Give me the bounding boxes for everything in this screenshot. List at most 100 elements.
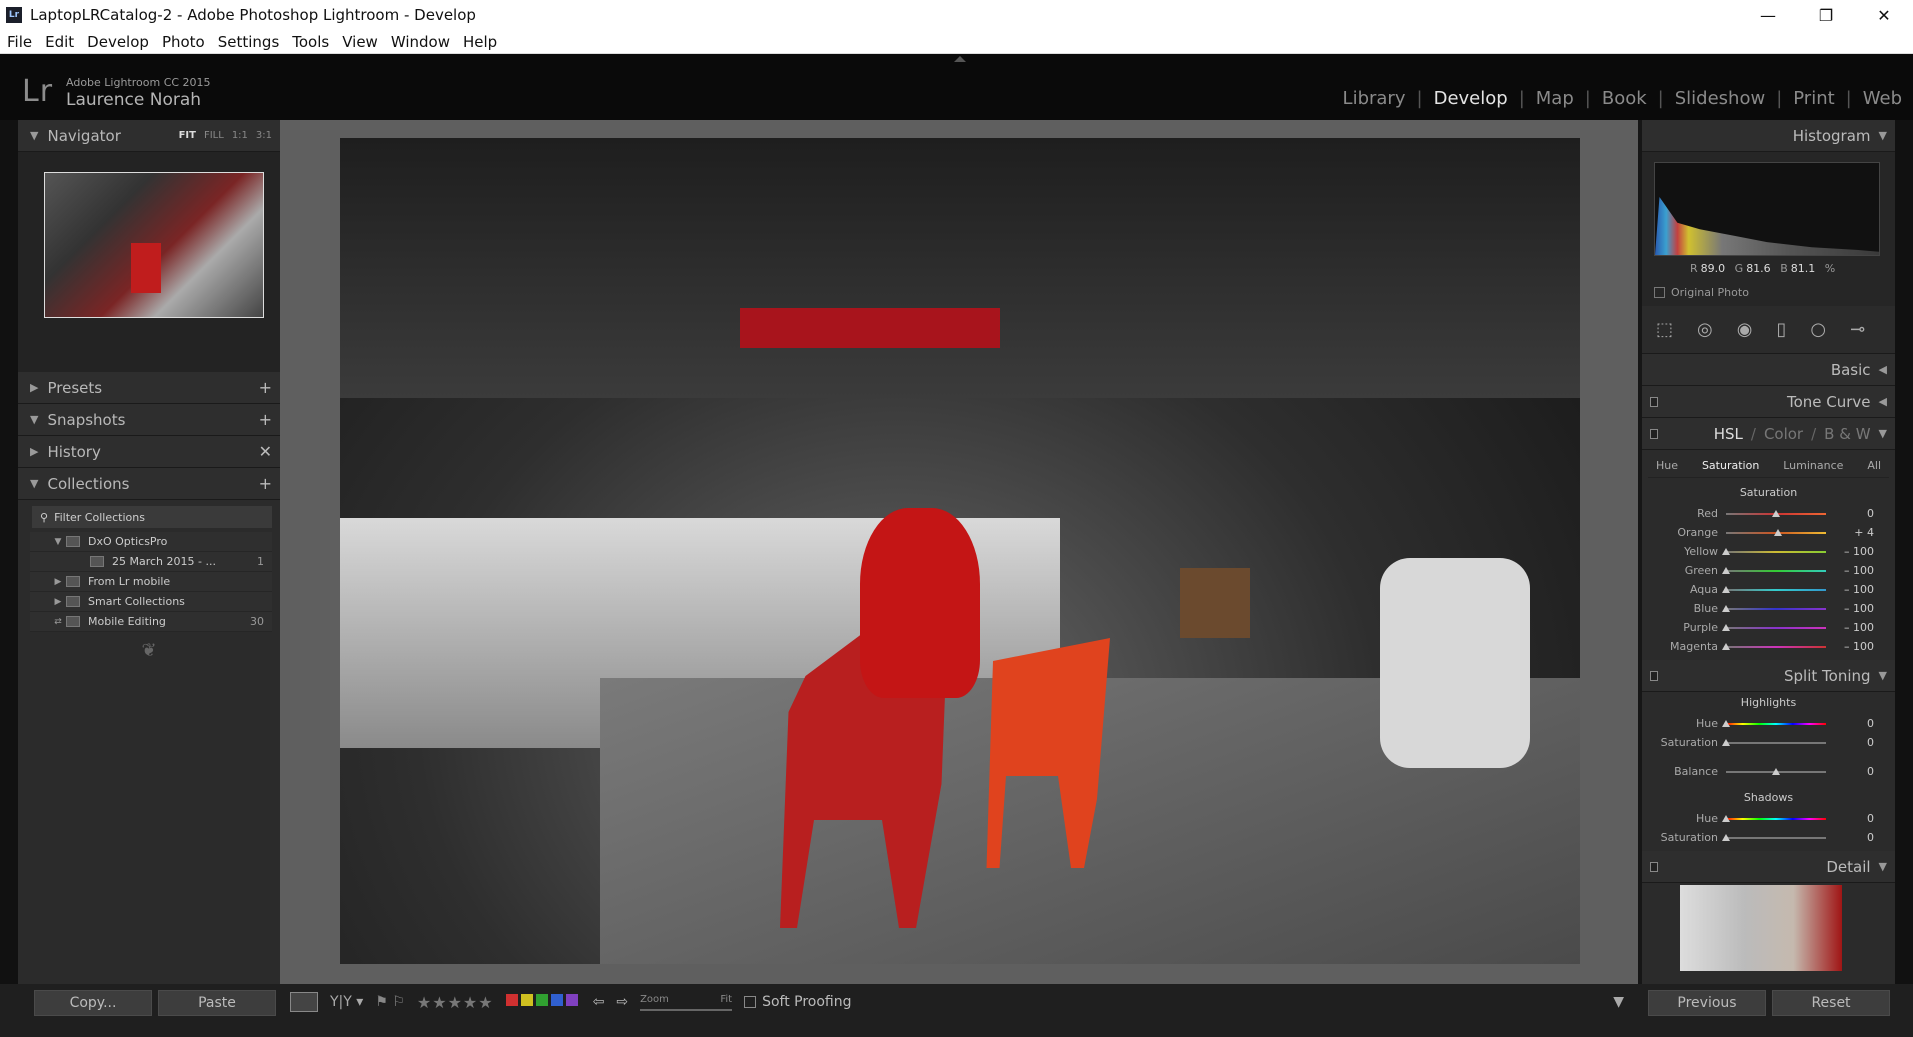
tab-hue[interactable]: Hue <box>1656 459 1678 472</box>
module-slideshow[interactable]: Slideshow <box>1664 88 1776 109</box>
slider-value[interactable]: – 100 <box>1826 564 1874 577</box>
detail-zoom-thumbnail[interactable] <box>1680 885 1842 971</box>
collapse-icon[interactable]: ▼ <box>50 537 66 547</box>
slider-value[interactable]: – 100 <box>1826 583 1874 596</box>
panel-switch-icon[interactable] <box>1650 429 1658 439</box>
tone-curve-header[interactable]: Tone Curve ◀ <box>1642 386 1895 418</box>
slider-knob[interactable] <box>1722 585 1730 593</box>
prev-photo-icon[interactable]: ⇦ <box>593 994 605 1010</box>
add-collection-icon[interactable]: + <box>259 474 272 493</box>
saturation-slider-purple[interactable]: Purple – 100 <box>1642 618 1895 637</box>
tab-luminance[interactable]: Luminance <box>1783 459 1843 472</box>
module-book[interactable]: Book <box>1591 88 1658 109</box>
saturation-slider-blue[interactable]: Blue – 100 <box>1642 599 1895 618</box>
module-library[interactable]: Library <box>1332 88 1417 109</box>
main-photo[interactable] <box>340 138 1580 964</box>
navigator-preview[interactable] <box>18 152 280 372</box>
color-label-swatch[interactable] <box>550 994 563 1006</box>
crop-icon[interactable]: ⬚ <box>1656 319 1673 340</box>
paste-button[interactable]: Paste <box>158 990 276 1016</box>
tab-saturation[interactable]: Saturation <box>1702 459 1759 472</box>
previous-button[interactable]: Previous <box>1648 990 1766 1016</box>
module-web[interactable]: Web <box>1852 88 1913 109</box>
color-label-swatch[interactable] <box>565 994 578 1006</box>
detail-header[interactable]: Detail ▼ <box>1642 851 1895 883</box>
star-rating[interactable]: ★★★★★ <box>417 993 494 1012</box>
slider-knob[interactable] <box>1722 566 1730 574</box>
histogram-header[interactable]: Histogram ▼ <box>1642 120 1895 152</box>
slider-knob[interactable] <box>1722 623 1730 631</box>
nav-fill-option[interactable]: FILL <box>204 130 224 141</box>
slider-value[interactable]: – 100 <box>1826 621 1874 634</box>
saturation-slider-green[interactable]: Green – 100 <box>1642 561 1895 580</box>
menu-help[interactable]: Help <box>463 33 497 51</box>
highlights-saturation-slider[interactable]: Saturation 0 <box>1642 733 1895 752</box>
photo-canvas[interactable] <box>280 120 1638 984</box>
zoom-slider[interactable]: Zoom Fit <box>640 994 733 1011</box>
color-label-swatch[interactable] <box>505 994 518 1006</box>
slider-track[interactable] <box>1722 585 1826 593</box>
copy-button[interactable]: Copy... <box>34 990 152 1016</box>
nav-3to1-option[interactable]: 3:1 <box>256 130 272 141</box>
slider-track[interactable] <box>1726 509 1826 517</box>
collections-header[interactable]: ▼ Collections + <box>18 468 280 500</box>
right-panel-edge[interactable] <box>1895 120 1913 984</box>
menu-develop[interactable]: Develop <box>87 33 149 51</box>
saturation-slider-magenta[interactable]: Magenta – 100 <box>1642 637 1895 656</box>
adjustment-brush-icon[interactable]: ⊸ <box>1850 319 1865 340</box>
graduated-filter-icon[interactable]: ▯ <box>1776 319 1786 340</box>
color-tab[interactable]: Color <box>1764 425 1803 443</box>
shadows-hue-slider[interactable]: Hue 0 <box>1642 809 1895 828</box>
slider-value[interactable]: – 100 <box>1826 602 1874 615</box>
navigator-thumbnail[interactable] <box>44 172 264 318</box>
red-eye-icon[interactable]: ◉ <box>1737 319 1753 340</box>
collection-item[interactable]: ▼ DxO OpticsPro <box>30 532 272 552</box>
flag-icon[interactable]: ⚑ ⚐ <box>375 994 405 1010</box>
reset-button[interactable]: Reset <box>1772 990 1890 1016</box>
histogram-graph[interactable] <box>1654 162 1880 256</box>
close-button[interactable]: ✕ <box>1855 6 1913 25</box>
saturation-slider-yellow[interactable]: Yellow – 100 <box>1642 542 1895 561</box>
saturation-slider-red[interactable]: Red 0 <box>1642 504 1895 523</box>
slider-value[interactable]: + 4 <box>1826 526 1874 539</box>
add-snapshot-icon[interactable]: + <box>259 410 272 429</box>
saturation-slider-orange[interactable]: Orange + 4 <box>1642 523 1895 542</box>
before-after-icon[interactable]: Y|Y ▾ <box>330 994 363 1010</box>
bw-tab[interactable]: B & W <box>1824 425 1870 443</box>
slider-value[interactable]: 0 <box>1826 507 1874 520</box>
detail-preview[interactable] <box>1642 883 1895 973</box>
menu-window[interactable]: Window <box>391 33 450 51</box>
slider-knob[interactable] <box>1722 642 1730 650</box>
slider-track[interactable] <box>1722 623 1826 631</box>
next-photo-icon[interactable]: ⇨ <box>616 994 628 1010</box>
color-label-swatch[interactable] <box>535 994 548 1006</box>
original-photo-checkbox[interactable]: Original Photo <box>1654 286 1749 299</box>
balance-slider[interactable]: Balance 0 <box>1642 762 1895 781</box>
hsl-tab[interactable]: HSL <box>1714 425 1743 443</box>
slider-track[interactable] <box>1722 566 1826 574</box>
highlights-hue-slider[interactable]: Hue 0 <box>1642 714 1895 733</box>
history-header[interactable]: ▶ History ✕ <box>18 436 280 468</box>
maximize-button[interactable]: ❐ <box>1797 6 1855 25</box>
filter-collections-input[interactable]: ⚲ Filter Collections <box>32 506 272 528</box>
collection-item[interactable]: 25 March 2015 - ... 1 <box>30 552 272 572</box>
radial-filter-icon[interactable]: ○ <box>1810 319 1826 340</box>
left-panel-edge[interactable] <box>0 120 18 984</box>
collection-item[interactable]: ⇄ Mobile Editing 30 <box>30 612 272 632</box>
panel-switch-icon[interactable] <box>1650 671 1658 681</box>
basic-header[interactable]: Basic ◀ <box>1642 354 1895 386</box>
collection-item[interactable]: ▶ Smart Collections <box>30 592 272 612</box>
histogram[interactable]: R 89.0 G 81.6 B 81.1 % Original Photo <box>1642 152 1895 306</box>
saturation-slider-aqua[interactable]: Aqua – 100 <box>1642 580 1895 599</box>
panel-switch-icon[interactable] <box>1650 397 1658 407</box>
menu-edit[interactable]: Edit <box>45 33 74 51</box>
slider-value[interactable]: – 100 <box>1826 640 1874 653</box>
menu-photo[interactable]: Photo <box>162 33 205 51</box>
presets-header[interactable]: ▶ Presets + <box>18 372 280 404</box>
shadows-saturation-slider[interactable]: Saturation 0 <box>1642 828 1895 847</box>
add-preset-icon[interactable]: + <box>259 378 272 397</box>
collection-item[interactable]: ▶ From Lr mobile <box>30 572 272 592</box>
expand-icon[interactable]: ▶ <box>50 597 66 607</box>
menu-file[interactable]: File <box>7 33 32 51</box>
top-panel-toggle-icon[interactable] <box>954 56 966 62</box>
